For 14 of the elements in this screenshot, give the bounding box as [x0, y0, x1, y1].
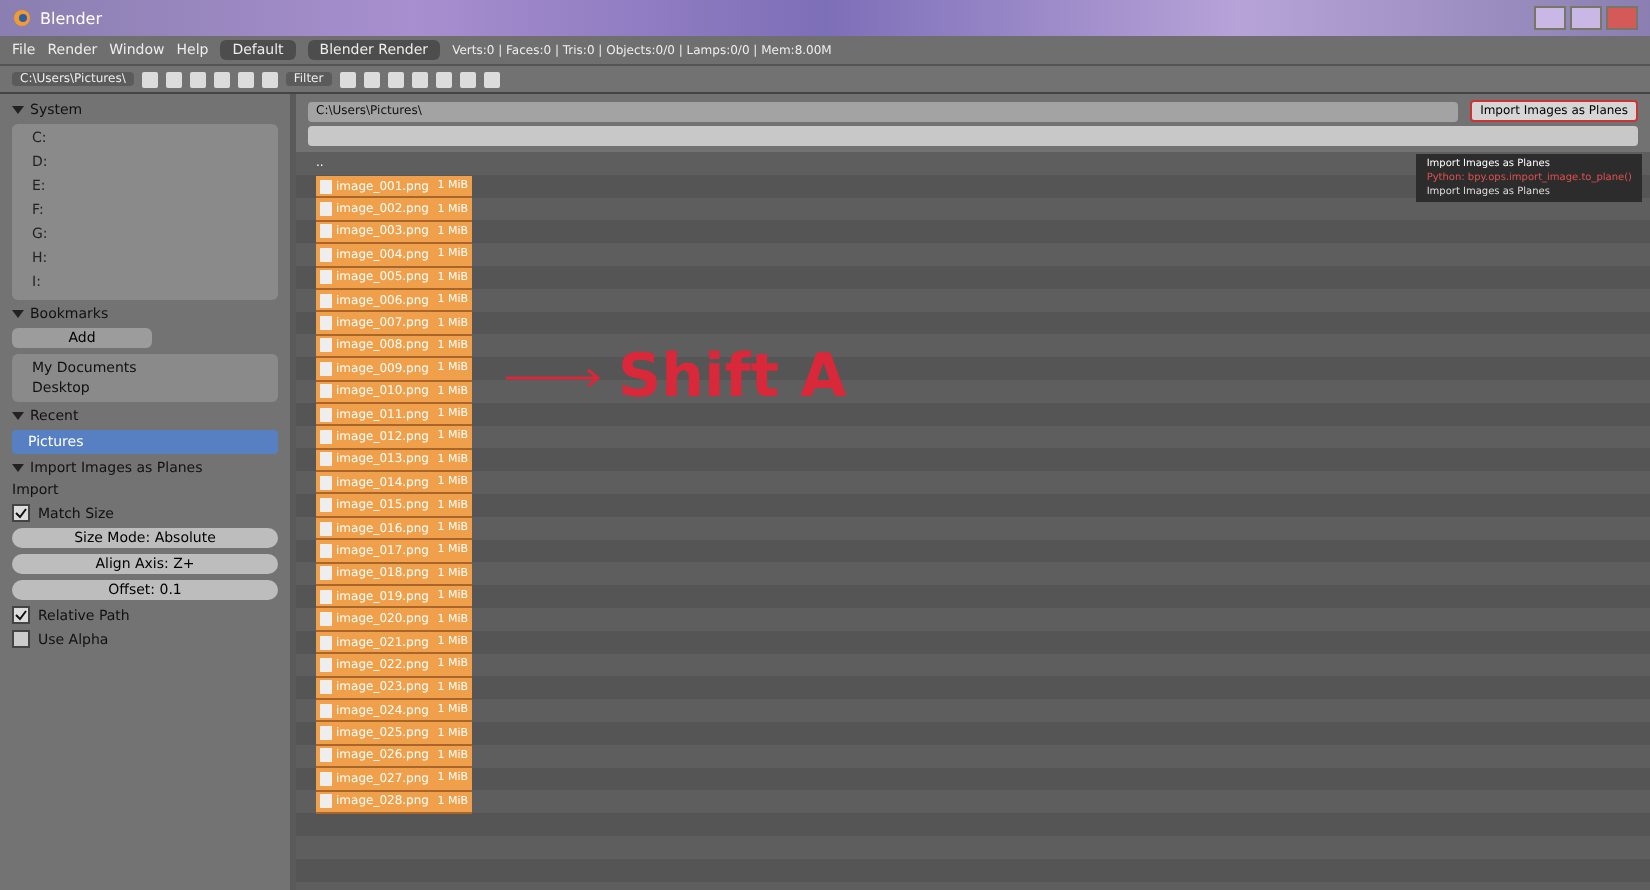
checkbox[interactable] — [12, 606, 30, 624]
annotation-text: Shift A — [618, 342, 847, 412]
collapse-triangle-icon[interactable] — [12, 104, 24, 116]
filename-field[interactable] — [308, 126, 1638, 146]
checkbox[interactable] — [12, 630, 30, 648]
window-title: Blender — [40, 9, 102, 27]
arrow — [506, 367, 606, 387]
collapse-triangle-icon[interactable] — [12, 462, 24, 474]
maximize-button[interactable] — [1570, 6, 1602, 30]
collapse-triangle-icon[interactable] — [12, 410, 24, 422]
minimize-button[interactable] — [1534, 6, 1566, 30]
checkbox[interactable] — [12, 504, 30, 522]
app-logo-icon — [12, 8, 32, 28]
collapse-triangle-icon[interactable] — [12, 308, 24, 320]
